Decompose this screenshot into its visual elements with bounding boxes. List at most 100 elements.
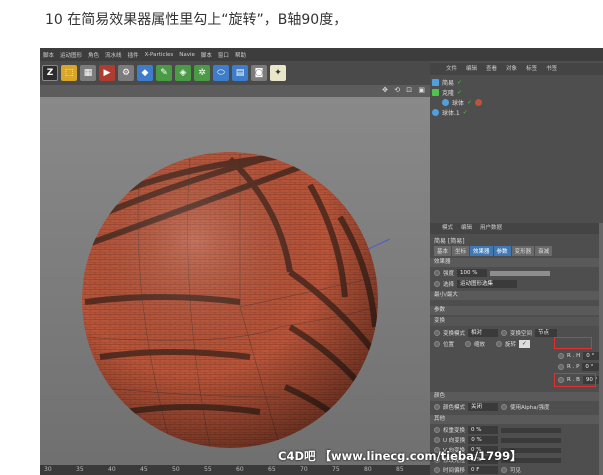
ruler-tick: 50 (172, 466, 180, 473)
menu-item[interactable]: 插件 (128, 51, 139, 59)
animate-dot-icon[interactable] (558, 364, 564, 370)
rotation-checkbox[interactable]: ✓ (519, 340, 530, 348)
subdivision-icon[interactable]: ◈ (175, 65, 191, 81)
rh-label: R . H (567, 353, 581, 359)
scrollbar[interactable] (599, 223, 603, 475)
select-icon[interactable]: ⬚ (61, 65, 77, 81)
u-slider[interactable] (501, 437, 562, 443)
animate-dot-icon[interactable] (434, 437, 440, 443)
om-menu-item[interactable]: 标签 (526, 63, 537, 75)
animate-dot-icon[interactable] (465, 341, 472, 347)
animate-dot-icon[interactable] (434, 404, 440, 410)
weight-slider[interactable] (501, 427, 562, 433)
tab-falloff[interactable]: 衰减 (535, 246, 553, 256)
section-minmax[interactable]: 最小/最大 (430, 291, 603, 300)
animate-dot-icon[interactable] (434, 330, 440, 336)
attribute-tabs: 基本 坐标 效果器 参数 变形器 衰减 (434, 246, 553, 256)
transform-space-label: 变换空间 (510, 331, 533, 337)
section-transform[interactable]: 变换 (430, 317, 603, 326)
am-menu-item[interactable]: 模式 (442, 223, 453, 234)
color-mode-row: 颜色模式 关闭 使用Alpha/强度 (434, 402, 550, 412)
animate-dot-icon[interactable] (501, 404, 508, 410)
deformer-icon[interactable]: ⬭ (213, 65, 229, 81)
selection-field[interactable]: 运动图形选集 (457, 280, 518, 288)
color-mode-select[interactable]: 关闭 (468, 403, 499, 411)
check-icon[interactable]: ✓ (467, 99, 472, 106)
toolbar: Z ⬚ ▦ ▶ ⚙ ◆ ✎ ◈ ✲ ⬭ ▤ ◙ ✦ (40, 61, 430, 85)
pen-icon[interactable]: ✎ (156, 65, 172, 81)
strength-field[interactable]: 100 % (457, 269, 488, 277)
effector-icon (432, 78, 439, 86)
tab-deformer[interactable]: 变形器 (511, 246, 535, 256)
om-menu-item[interactable]: 编辑 (466, 63, 477, 75)
right-panel: 文件 编辑 查看 对象 标签 书签 简易 ✓ 克隆 ✓ 球体 ✓ 球体.1 ✓ (430, 61, 603, 475)
rh-row: R . H 0 ° (558, 351, 602, 361)
animate-dot-icon[interactable] (501, 330, 508, 336)
menu-item[interactable]: X-Particles (145, 52, 174, 58)
film-settings-icon[interactable]: ⚙ (118, 65, 134, 81)
tab-effector[interactable]: 效果器 (470, 246, 493, 256)
material-tag-icon[interactable] (475, 98, 483, 106)
object-row[interactable]: 简易 ✓ (432, 77, 603, 87)
tab-coord[interactable]: 坐标 (452, 246, 470, 256)
time-offset-row: 时间偏移 0 F 可见 (434, 465, 521, 475)
timeline-ruler[interactable]: 30 35 40 45 50 55 60 65 70 75 80 85 (40, 465, 430, 475)
om-menu-item[interactable]: 查看 (486, 63, 497, 75)
object-row[interactable]: 球体.1 ✓ (432, 107, 603, 117)
section-params[interactable]: 参数 (430, 306, 603, 315)
object-row[interactable]: 克隆 ✓ (432, 87, 603, 97)
menu-item[interactable]: 角色 (88, 51, 99, 59)
menu-item[interactable]: Navie (179, 52, 195, 58)
om-menu-item[interactable]: 对象 (506, 63, 517, 75)
animate-dot-icon[interactable] (434, 341, 440, 347)
section-effector[interactable]: 效果器 (430, 258, 603, 267)
om-menu-item[interactable]: 书签 (546, 63, 557, 75)
rp-field[interactable]: 0 ° (582, 363, 601, 371)
animate-dot-icon[interactable] (434, 467, 440, 473)
check-icon[interactable]: ✓ (463, 109, 468, 116)
rp-label: R . P (567, 364, 580, 370)
menu-item[interactable]: 流水线 (105, 51, 122, 59)
transform-mode-label: 变换模式 (443, 331, 466, 337)
viewport[interactable]: ✥ ⟲ ⊡ ▣ 30 35 40 45 50 55 60 65 70 75 80… (40, 85, 430, 475)
light-icon[interactable]: ✦ (270, 65, 286, 81)
film-render-icon[interactable]: ▶ (99, 65, 115, 81)
film-icon[interactable]: ▦ (80, 65, 96, 81)
strength-slider[interactable] (490, 270, 551, 276)
section-other[interactable]: 其他 (430, 415, 603, 424)
undo-z-icon[interactable]: Z (42, 65, 58, 81)
animate-dot-icon[interactable] (501, 467, 508, 473)
camera-icon[interactable]: ◙ (251, 65, 267, 81)
transform-mode-select[interactable]: 相对 (468, 329, 499, 337)
floor-icon[interactable]: ▤ (232, 65, 248, 81)
cube-icon[interactable]: ◆ (137, 65, 153, 81)
tab-basic[interactable]: 基本 (434, 246, 452, 256)
ruler-tick: 80 (364, 466, 372, 473)
section-color[interactable]: 颜色 (430, 392, 603, 401)
animate-dot-icon[interactable] (558, 353, 564, 359)
array-icon[interactable]: ✲ (194, 65, 210, 81)
check-icon[interactable]: ✓ (457, 89, 462, 96)
menu-item[interactable]: 运动图形 (60, 51, 82, 59)
u-field[interactable]: 0 % (468, 436, 499, 444)
menu-item[interactable]: 窗口 (218, 51, 229, 59)
animate-dot-icon[interactable] (496, 341, 503, 347)
animate-dot-icon[interactable] (434, 281, 440, 287)
om-menu-item[interactable]: 文件 (446, 63, 457, 75)
menu-item[interactable]: 脚本 (201, 51, 212, 59)
time-offset-field[interactable]: 0 F (468, 466, 499, 474)
menu-item[interactable]: 帮助 (235, 51, 246, 59)
weight-field[interactable]: 0 % (468, 426, 499, 434)
tab-parameter[interactable]: 参数 (493, 246, 511, 256)
time-offset-label: 时间偏移 (443, 468, 466, 474)
transform-space-select[interactable]: 节点 (535, 329, 558, 337)
animate-dot-icon[interactable] (434, 270, 440, 276)
check-icon[interactable]: ✓ (457, 79, 462, 86)
menu-item[interactable]: 脚本 (43, 51, 54, 59)
viewport-nav-icons[interactable]: ✥ ⟲ ⊡ ▣ (382, 86, 427, 94)
scale-label: 缩放 (474, 342, 486, 348)
object-row[interactable]: 球体 ✓ (432, 97, 603, 107)
am-menu-item[interactable]: 用户数据 (480, 223, 502, 234)
animate-dot-icon[interactable] (434, 427, 440, 433)
am-menu-item[interactable]: 编辑 (461, 223, 472, 234)
